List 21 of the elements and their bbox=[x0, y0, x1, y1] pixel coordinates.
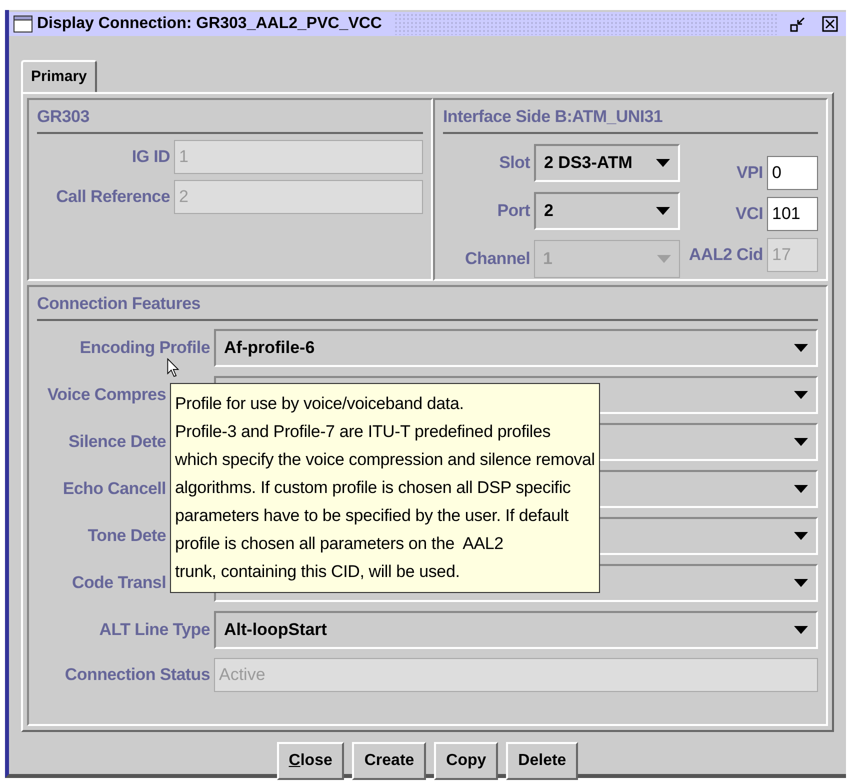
group-title: Connection Features bbox=[37, 291, 818, 320]
field-label: Encoding Profile bbox=[80, 336, 210, 359]
field-label: Call Reference bbox=[55, 186, 170, 208]
field-label: Voice Compres bbox=[47, 384, 166, 406]
field-label: VCI bbox=[736, 202, 763, 225]
field-label: Silence Dete bbox=[68, 430, 166, 453]
field-label: IG ID bbox=[130, 146, 170, 168]
field-label: Slot bbox=[498, 152, 530, 174]
field-label: VPI bbox=[736, 162, 763, 184]
field-label: Echo Cancell bbox=[62, 478, 166, 500]
field-label: Code Transl bbox=[72, 572, 166, 594]
field-label: ALT Line Type bbox=[99, 618, 210, 641]
group-title: Interface Side B:ATM_UNI31 bbox=[443, 104, 818, 134]
tooltip: Profile for use by voice/voiceband data. Profile-3 and Profile-7 are ITU-T predefined profiles which specify the voice compression and silence removal algorithms. If custom profile is chosen all DSP specific parameters have to be specified by the user. If default profile is chosen all parameters on the AAL2 trunk, containing this CID, will be used. bbox=[170, 383, 600, 593]
field-label: Channel bbox=[464, 248, 530, 270]
field-label: Tone Dete bbox=[88, 524, 166, 547]
field-label: Port bbox=[496, 200, 530, 222]
field-label: Connection Status bbox=[64, 664, 210, 686]
group-title: GR303 bbox=[37, 104, 423, 134]
window-title: Display Connection: GR303_AAL2_PVC_VCC bbox=[37, 14, 382, 34]
field-label: AAL2 Cid bbox=[688, 244, 763, 266]
